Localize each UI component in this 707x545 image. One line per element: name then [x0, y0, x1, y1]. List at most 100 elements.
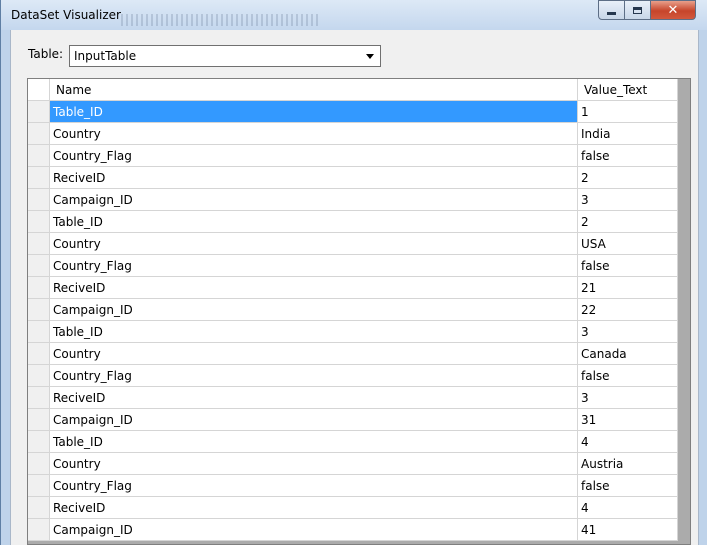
title-bar[interactable]: DataSet Visualizer ✕	[1, 0, 707, 30]
name-cell[interactable]: Campaign_ID	[50, 189, 578, 211]
name-cell[interactable]: Country	[50, 343, 578, 365]
table-row[interactable]: Table_ID 4	[28, 431, 678, 453]
value-cell[interactable]: 4	[578, 497, 678, 519]
table-row[interactable]: Country_Flag false	[28, 365, 678, 387]
header-corner[interactable]	[28, 79, 50, 101]
value-cell[interactable]: 3	[578, 321, 678, 343]
value-cell[interactable]: false	[578, 145, 678, 167]
name-cell[interactable]: Country_Flag	[50, 145, 578, 167]
table-row[interactable]: Campaign_ID 22	[28, 299, 678, 321]
row-header[interactable]	[28, 145, 50, 167]
close-button[interactable]: ✕	[650, 0, 696, 20]
table-row[interactable]: Country India	[28, 123, 678, 145]
value-cell[interactable]: 41	[578, 519, 678, 541]
value-cell-text: India	[581, 127, 611, 141]
row-header[interactable]	[28, 123, 50, 145]
name-cell[interactable]: Table_ID	[50, 211, 578, 233]
value-cell[interactable]: 22	[578, 299, 678, 321]
name-cell[interactable]: ReciveID	[50, 387, 578, 409]
row-header[interactable]	[28, 167, 50, 189]
name-cell-text: Table_ID	[53, 215, 103, 229]
data-grid[interactable]: Name Value_Text Table_ID 1 Country India Cou…	[27, 78, 691, 545]
table-row[interactable]: Country_Flag false	[28, 255, 678, 277]
table-row[interactable]: Country Austria	[28, 453, 678, 475]
table-row[interactable]: Country_Flag false	[28, 145, 678, 167]
value-cell[interactable]: 31	[578, 409, 678, 431]
row-header[interactable]	[28, 519, 50, 541]
row-header[interactable]	[28, 277, 50, 299]
value-cell-text: 22	[581, 303, 597, 317]
row-header[interactable]	[28, 189, 50, 211]
value-cell[interactable]: 3	[578, 387, 678, 409]
grid-rows: Table_ID 1 Country India Country_Flag false Re…	[28, 101, 678, 541]
name-cell[interactable]: Country	[50, 123, 578, 145]
value-cell[interactable]: 2	[578, 167, 678, 189]
name-cell[interactable]: Country	[50, 453, 578, 475]
row-header[interactable]	[28, 431, 50, 453]
table-row[interactable]: ReciveID 4	[28, 497, 678, 519]
row-header[interactable]	[28, 497, 50, 519]
name-cell[interactable]: Table_ID	[50, 321, 578, 343]
value-cell[interactable]: 21	[578, 277, 678, 299]
row-header[interactable]	[28, 343, 50, 365]
value-cell[interactable]: false	[578, 365, 678, 387]
value-cell[interactable]: 2	[578, 211, 678, 233]
name-cell[interactable]: Campaign_ID	[50, 519, 578, 541]
row-header[interactable]	[28, 255, 50, 277]
name-cell[interactable]: Campaign_ID	[50, 409, 578, 431]
row-header[interactable]	[28, 365, 50, 387]
value-cell-text: 4	[581, 435, 589, 449]
row-header[interactable]	[28, 233, 50, 255]
name-cell[interactable]: ReciveID	[50, 497, 578, 519]
value-cell[interactable]: India	[578, 123, 678, 145]
value-cell[interactable]: 1	[578, 101, 678, 123]
name-cell[interactable]: Table_ID	[50, 431, 578, 453]
row-header[interactable]	[28, 101, 50, 123]
name-cell[interactable]: Country_Flag	[50, 365, 578, 387]
row-header[interactable]	[28, 387, 50, 409]
name-cell[interactable]: Campaign_ID	[50, 299, 578, 321]
table-row[interactable]: Campaign_ID 3	[28, 189, 678, 211]
name-cell[interactable]: Table_ID	[50, 101, 578, 123]
name-cell[interactable]: ReciveID	[50, 167, 578, 189]
table-row[interactable]: ReciveID 3	[28, 387, 678, 409]
chevron-down-icon[interactable]	[366, 54, 374, 59]
close-icon: ✕	[667, 2, 679, 18]
name-cell-text: Country	[53, 127, 101, 141]
minimize-button[interactable]	[598, 0, 625, 20]
row-header[interactable]	[28, 475, 50, 497]
table-select[interactable]: InputTable	[69, 45, 381, 67]
row-header[interactable]	[28, 299, 50, 321]
name-cell[interactable]: Country_Flag	[50, 475, 578, 497]
table-row[interactable]: Table_ID 3	[28, 321, 678, 343]
value-cell[interactable]: Austria	[578, 453, 678, 475]
maximize-button[interactable]	[624, 0, 651, 20]
value-cell[interactable]: USA	[578, 233, 678, 255]
name-cell[interactable]: Country_Flag	[50, 255, 578, 277]
row-header[interactable]	[28, 211, 50, 233]
value-cell[interactable]: false	[578, 475, 678, 497]
row-header[interactable]	[28, 321, 50, 343]
name-cell[interactable]: Country	[50, 233, 578, 255]
table-row[interactable]: Country Canada	[28, 343, 678, 365]
grid-header: Name Value_Text	[28, 79, 678, 101]
value-cell[interactable]: 3	[578, 189, 678, 211]
table-row[interactable]: ReciveID 21	[28, 277, 678, 299]
value-cell[interactable]: false	[578, 255, 678, 277]
name-cell-text: Country_Flag	[53, 259, 132, 273]
table-row[interactable]: Campaign_ID 41	[28, 519, 678, 541]
name-cell[interactable]: ReciveID	[50, 277, 578, 299]
column-header-value-text[interactable]: Value_Text	[578, 79, 678, 101]
table-row[interactable]: Table_ID 2	[28, 211, 678, 233]
column-header-name[interactable]: Name	[50, 79, 578, 101]
table-row[interactable]: Country USA	[28, 233, 678, 255]
value-cell[interactable]: 4	[578, 431, 678, 453]
row-header[interactable]	[28, 453, 50, 475]
row-header[interactable]	[28, 409, 50, 431]
table-row[interactable]: Campaign_ID 31	[28, 409, 678, 431]
window-title: DataSet Visualizer	[11, 8, 121, 22]
table-row[interactable]: Table_ID 1	[28, 101, 678, 123]
value-cell[interactable]: Canada	[578, 343, 678, 365]
table-row[interactable]: Country_Flag false	[28, 475, 678, 497]
table-row[interactable]: ReciveID 2	[28, 167, 678, 189]
